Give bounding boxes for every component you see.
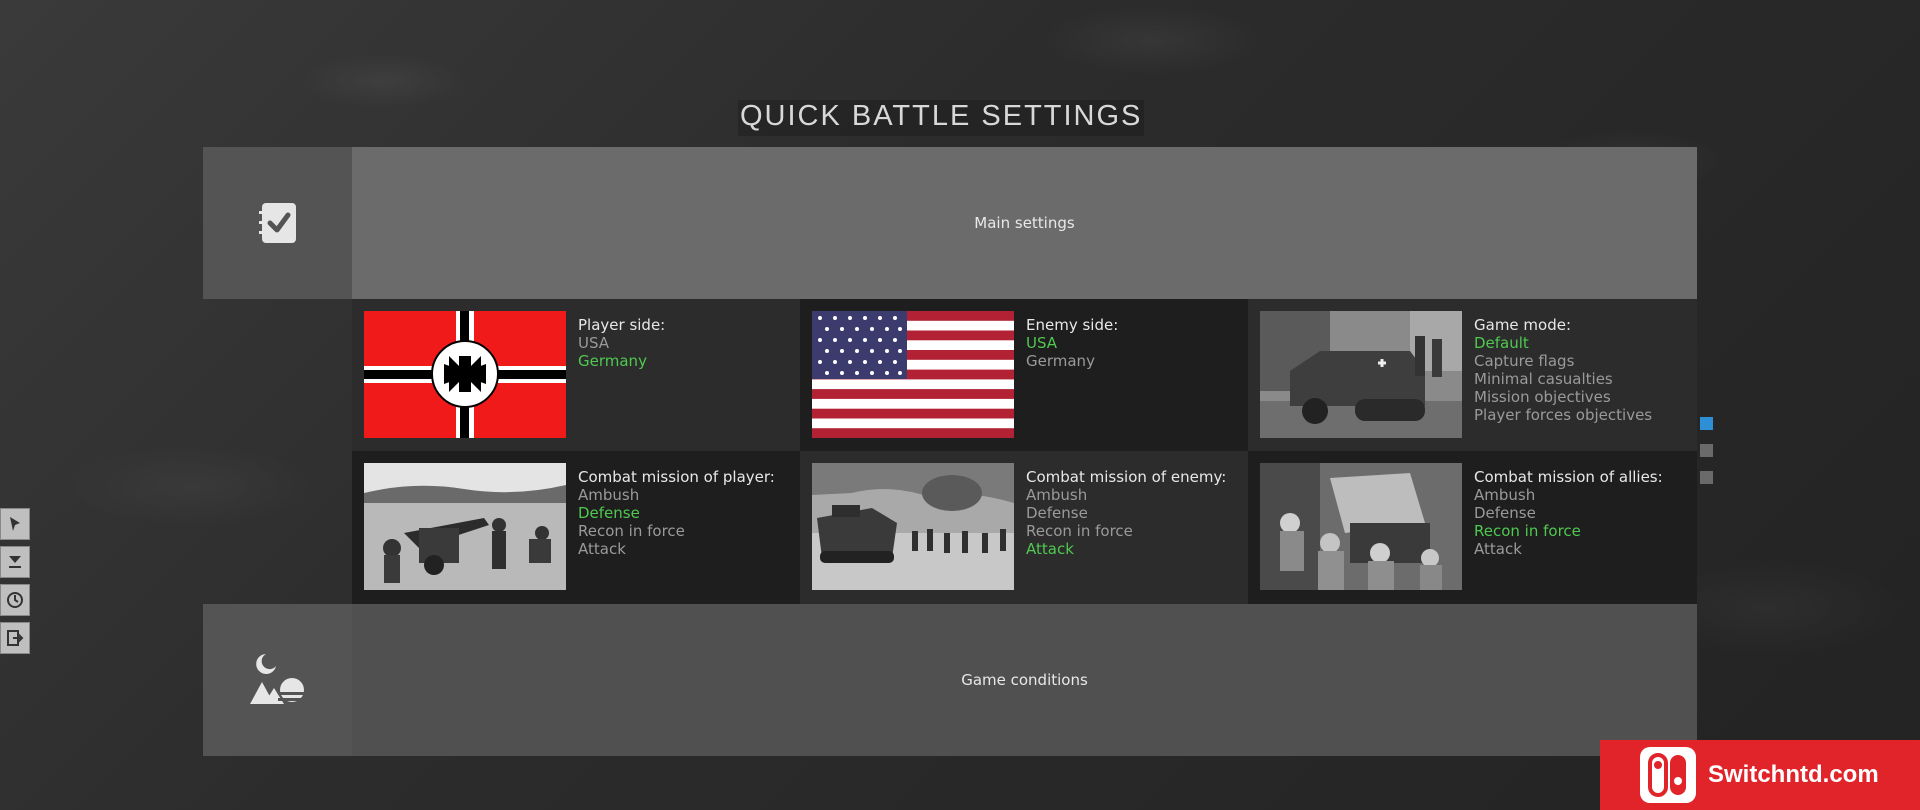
allies-mission-info: Combat mission of allies: Ambush Defense… bbox=[1474, 468, 1663, 558]
enemy-side-cell[interactable]: Enemy side: USA Germany bbox=[800, 299, 1248, 451]
player-side-info: Player side: USA Germany bbox=[578, 316, 665, 370]
tool-button-2[interactable] bbox=[0, 546, 30, 578]
page-indicator bbox=[1700, 417, 1713, 498]
game-mode-label: Game mode: bbox=[1474, 316, 1572, 334]
settings-grid: Player side: USA Germany Enemy side: USA… bbox=[352, 299, 1697, 604]
game-conditions-label: Game conditions bbox=[961, 671, 1088, 689]
option-player-forces-objectives[interactable]: Player forces objectives bbox=[1474, 406, 1652, 424]
option-mission-objectives[interactable]: Mission objectives bbox=[1474, 388, 1652, 406]
game-mode-info: Game mode: Default Capture flags Minimal… bbox=[1474, 316, 1652, 424]
option-germany[interactable]: Germany bbox=[1026, 352, 1118, 370]
option-germany[interactable]: Germany bbox=[578, 352, 665, 370]
page-dot-1[interactable] bbox=[1700, 417, 1713, 430]
switch-logo-icon bbox=[1640, 747, 1696, 803]
game-conditions-bar[interactable]: Game conditions bbox=[352, 604, 1697, 756]
option-ambush[interactable]: Ambush bbox=[1474, 486, 1663, 504]
game-conditions-header[interactable]: Game conditions bbox=[203, 604, 1697, 756]
option-ambush[interactable]: Ambush bbox=[1026, 486, 1226, 504]
tool-button-4[interactable] bbox=[0, 622, 30, 654]
halftrack-photo bbox=[1260, 311, 1462, 438]
option-capture-flags[interactable]: Capture flags bbox=[1474, 352, 1652, 370]
game-conditions-icon-box bbox=[203, 604, 352, 756]
option-attack[interactable]: Attack bbox=[1026, 540, 1226, 558]
download-icon bbox=[9, 556, 21, 568]
player-mission-label: Combat mission of player: bbox=[578, 468, 775, 486]
game-mode-cell[interactable]: Game mode: Default Capture flags Minimal… bbox=[1248, 299, 1697, 451]
enemy-side-label: Enemy side: bbox=[1026, 316, 1119, 334]
main-settings-header[interactable]: Main settings bbox=[203, 147, 1697, 299]
tool-button-3[interactable] bbox=[0, 584, 30, 616]
option-usa[interactable]: USA bbox=[578, 334, 665, 352]
player-side-label: Player side: bbox=[578, 316, 666, 334]
enemy-mission-label: Combat mission of enemy: bbox=[1026, 468, 1227, 486]
option-minimal-casualties[interactable]: Minimal casualties bbox=[1474, 370, 1652, 388]
option-recon-in-force[interactable]: Recon in force bbox=[1026, 522, 1226, 540]
landscape-icon bbox=[249, 654, 308, 704]
allies-mission-label: Combat mission of allies: bbox=[1474, 468, 1663, 486]
checklist-icon bbox=[258, 203, 296, 243]
option-attack[interactable]: Attack bbox=[578, 540, 775, 558]
left-toolbar bbox=[0, 508, 30, 660]
iron-cross-flag-image bbox=[364, 311, 566, 438]
tool-button-1[interactable] bbox=[0, 508, 30, 540]
us-flag-image bbox=[812, 311, 1014, 438]
option-recon-in-force[interactable]: Recon in force bbox=[1474, 522, 1663, 540]
main-settings-bar[interactable]: Main settings bbox=[352, 147, 1697, 299]
main-settings-icon-box bbox=[203, 147, 352, 299]
exit-icon bbox=[7, 630, 24, 646]
clock-icon bbox=[7, 592, 23, 608]
page-dot-3[interactable] bbox=[1700, 471, 1713, 484]
option-recon-in-force[interactable]: Recon in force bbox=[578, 522, 775, 540]
soldiers-vehicle-photo bbox=[1260, 463, 1462, 590]
option-usa[interactable]: USA bbox=[1026, 334, 1118, 352]
enemy-side-info: Enemy side: USA Germany bbox=[1026, 316, 1118, 370]
allies-mission-cell[interactable]: Combat mission of allies: Ambush Defense… bbox=[1248, 451, 1697, 604]
enemy-mission-info: Combat mission of enemy: Ambush Defense … bbox=[1026, 468, 1226, 558]
page-dot-2[interactable] bbox=[1700, 444, 1713, 457]
page-title: QUICK BATTLE SETTINGS bbox=[738, 100, 1145, 136]
tank-infantry-photo bbox=[812, 463, 1014, 590]
option-attack[interactable]: Attack bbox=[1474, 540, 1663, 558]
enemy-mission-cell[interactable]: Combat mission of enemy: Ambush Defense … bbox=[800, 451, 1248, 604]
watermark-text: Switchntd.com bbox=[1708, 761, 1879, 788]
option-defense[interactable]: Defense bbox=[1026, 504, 1226, 522]
artillery-crew-photo bbox=[364, 463, 566, 590]
player-mission-cell[interactable]: Combat mission of player: Ambush Defense… bbox=[352, 451, 800, 604]
pin-icon bbox=[10, 517, 20, 531]
player-side-cell[interactable]: Player side: USA Germany bbox=[352, 299, 800, 451]
watermark-banner: Switchntd.com bbox=[1600, 740, 1920, 810]
option-defense[interactable]: Defense bbox=[578, 504, 775, 522]
option-default[interactable]: Default bbox=[1474, 334, 1652, 352]
option-defense[interactable]: Defense bbox=[1474, 504, 1663, 522]
option-ambush[interactable]: Ambush bbox=[578, 486, 775, 504]
main-settings-label: Main settings bbox=[974, 214, 1075, 232]
player-mission-info: Combat mission of player: Ambush Defense… bbox=[578, 468, 775, 558]
